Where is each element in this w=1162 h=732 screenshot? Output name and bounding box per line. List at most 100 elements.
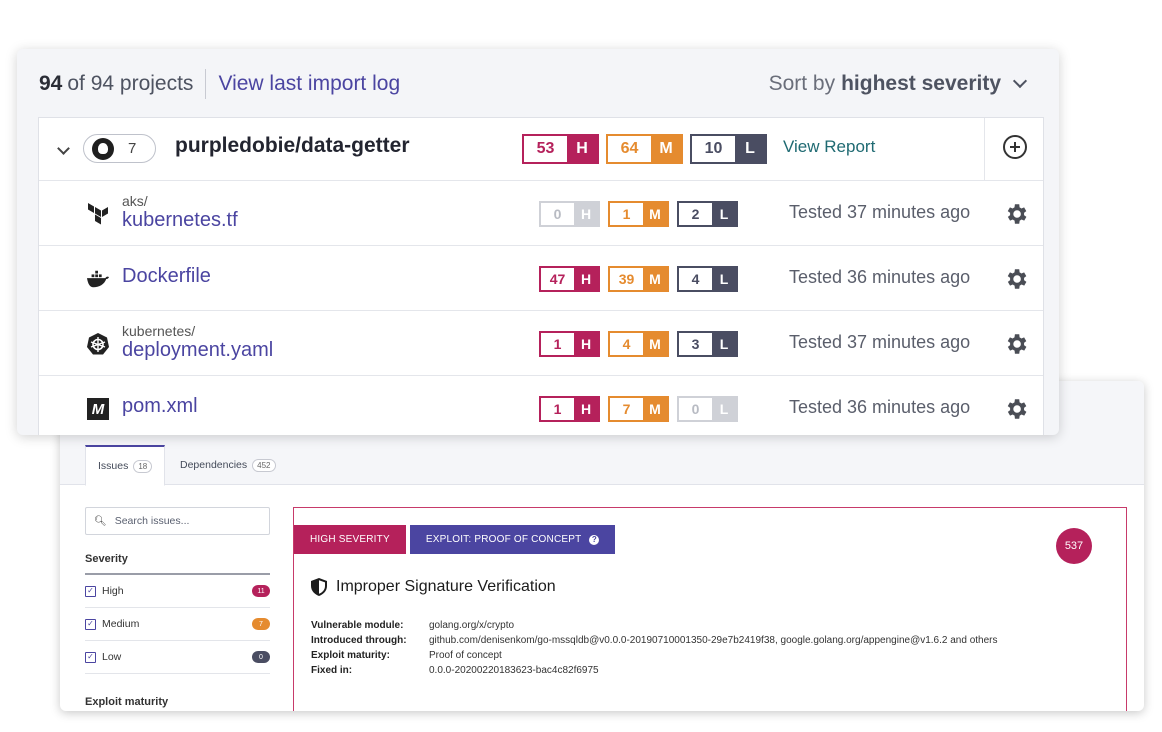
meta-value: github.com/denisenkom/go-mssqldb@v0.0.0-… [429,635,998,646]
search-placeholder: Search issues... [114,515,190,527]
maven-icon: M [87,398,109,420]
file-row[interactable]: M pom.xml 1H 7M 0L Tested 36 minutes ago [39,376,1043,435]
chevron-down-icon [1012,73,1028,89]
high-badge: 1H [539,331,600,357]
severity-badges: 0H 1M 2L [539,201,746,229]
project-count-suffix: of 94 projects [67,72,194,95]
github-icon [92,137,114,160]
filter-low[interactable]: ✓ Low 0 [85,641,270,674]
sort-prefix: Sort by [768,72,836,95]
issue-title: Improper Signature Verification [311,578,556,596]
high-label: H [574,333,598,355]
low-badge: 0L [677,396,738,422]
filter-high[interactable]: ✓ High 11 [85,575,270,608]
checkbox-checked-icon[interactable]: ✓ [85,585,96,597]
gear-icon[interactable] [1003,396,1029,422]
gear-icon[interactable] [1003,266,1029,292]
kubernetes-icon [87,333,109,355]
checkbox-checked-icon[interactable]: ✓ [85,651,96,663]
docker-logo-svg [87,270,109,288]
project-list: 7 purpledobie/data-getter 53 H 64 M 10 L Vi… [38,117,1044,435]
medium-badge: 64 M [606,134,683,164]
checkbox-checked-icon[interactable]: ✓ [85,618,96,630]
file-path: kubernetes/ [122,323,196,339]
medium-badge: 1M [608,201,669,227]
medium-badge: 4M [608,331,669,357]
filter-count-badge: 7 [252,618,270,630]
low-label: L [712,398,736,420]
help-icon[interactable]: ? [589,534,600,545]
file-name[interactable]: deployment.yaml [122,339,273,362]
file-row[interactable]: kubernetes/ deployment.yaml 1H 4M 3L Tes… [39,311,1043,376]
meta-key: Vulnerable module: [311,620,404,631]
row-divider [984,118,985,181]
high-label: H [574,398,598,420]
repo-name[interactable]: purpledobie/data-getter [175,134,410,158]
tested-time: Tested 36 minutes ago [789,267,971,287]
severity-heading: Severity [85,553,270,575]
terraform-icon [87,203,109,225]
high-badge: 0H [539,201,600,227]
header-divider [205,69,207,99]
file-row[interactable]: aks/ kubernetes.tf 0H 1M 2L Tested 37 mi… [39,181,1043,246]
low-badge: 10 L [690,134,767,164]
sort-dropdown[interactable]: Sort by highest severity [769,69,1029,99]
severity-tag: HIGH SEVERITY [294,525,406,554]
medium-badge: 7M [608,396,669,422]
view-report-link[interactable]: View Report [783,137,875,157]
high-count: 53 [524,136,567,162]
tab-issues-label: Issues [98,460,129,472]
filter-medium[interactable]: ✓ Medium 7 [85,608,270,641]
low-label: L [712,268,736,290]
filter-label: Medium [102,618,140,630]
exploit-maturity-heading: Exploit maturity [85,696,169,708]
sort-value: highest severity [841,72,1001,95]
tab-dependencies-count: 452 [252,458,276,472]
file-row[interactable]: Dockerfile 47 H 39 M 4L Tested 36 minutes … [39,246,1043,311]
high-badge: 53 H [522,134,599,164]
add-project-icon[interactable] [1003,135,1027,159]
filter-label: Low [102,651,122,663]
issue-meta: Vulnerable module: golang.org/x/crypto I… [311,618,998,678]
gear-icon[interactable] [1003,331,1029,357]
low-count: 3 [679,333,712,355]
low-badge: 3L [677,331,738,357]
meta-row: Fixed in: 0.0.0-20200220183623-bac4c82f6… [311,663,998,678]
file-name[interactable]: pom.xml [122,395,198,418]
filter-count-badge: 0 [252,651,270,663]
import-log-link[interactable]: View last import log [218,72,400,96]
high-label: H [574,203,598,225]
medium-count: 7 [610,398,643,420]
file-name[interactable]: Dockerfile [122,265,211,288]
gear-icon[interactable] [1003,201,1029,227]
kubernetes-logo-svg [87,333,109,355]
medium-count: 1 [610,203,643,225]
issue-tags: HIGH SEVERITY EXPLOIT: PROOF OF CONCEPT … [294,525,616,554]
filter-sidebar: 🔍︎ Search issues... Severity ✓ High 11 ✓… [85,507,270,711]
medium-label: M [651,136,681,162]
search-icon: 🔍︎ [94,515,107,527]
meta-row: Exploit maturity: Proof of concept [311,648,998,663]
file-name[interactable]: kubernetes.tf [122,209,238,232]
high-count: 1 [541,333,574,355]
high-label: H [567,136,597,162]
medium-label: M [643,398,667,420]
projects-header: 94 of 94 projects View last import log [39,69,400,99]
low-badge: 4L [677,266,738,292]
low-badge: 2L [677,201,738,227]
chevron-down-icon[interactable] [57,142,70,155]
terraform-logo-svg [88,203,108,225]
project-count: 94 [39,72,63,95]
tab-issues-count: 18 [133,459,153,473]
tested-time: Tested 37 minutes ago [789,332,971,352]
low-label: L [712,203,736,225]
meta-key: Fixed in: [311,665,353,676]
meta-row: Introduced through: github.com/denisenko… [311,633,998,648]
low-label: L [712,333,736,355]
tab-issues[interactable]: Issues 18 [85,445,166,486]
tab-dependencies[interactable]: Dependencies 452 [168,445,288,485]
search-input[interactable]: 🔍︎ Search issues... [85,507,270,535]
severity-badges: 1H 4M 3L [539,331,746,359]
repo-row[interactable]: 7 purpledobie/data-getter 53 H 64 M 10 L Vi… [39,118,1043,181]
low-count: 4 [679,268,712,290]
